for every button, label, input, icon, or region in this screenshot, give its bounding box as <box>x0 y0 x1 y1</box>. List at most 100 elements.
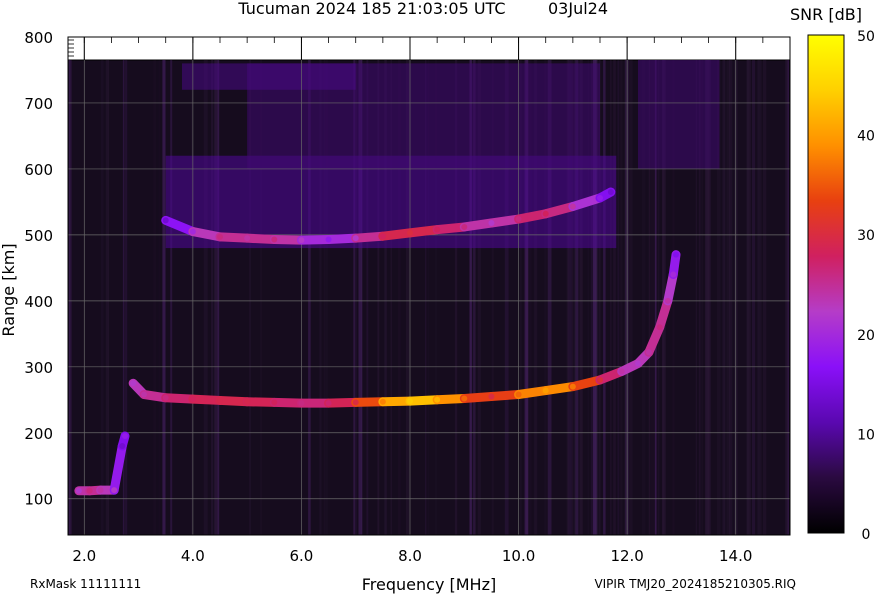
noise-streak <box>107 60 109 535</box>
footer-left: RxMask 11111111 <box>30 577 141 591</box>
colorbar-tick-label: 20 <box>857 328 874 344</box>
trace-point <box>461 395 468 402</box>
trace-point <box>542 387 549 394</box>
noise-streak <box>624 60 629 535</box>
trace-point <box>488 220 495 227</box>
trace-point <box>119 442 126 449</box>
y-tick-label: 600 <box>24 161 53 179</box>
trace-point <box>130 380 137 387</box>
trace-point <box>607 189 614 196</box>
trace-point <box>271 236 278 243</box>
noise-streak <box>126 60 128 535</box>
colorbar <box>807 34 845 534</box>
trace-point <box>189 396 196 403</box>
trace-point <box>434 396 441 403</box>
noise-streak <box>124 60 127 535</box>
trace-point <box>217 397 223 404</box>
y-axis-label: Range [km] <box>0 243 18 336</box>
trace-point <box>97 487 104 494</box>
trace-point <box>488 393 495 400</box>
noise-streak <box>214 60 217 535</box>
ionogram-chart: Tucuman 2024 185 21:03:05 UTC 03Jul24 2.… <box>0 0 874 594</box>
trace-point <box>122 433 128 440</box>
x-axis-label: Frequency [MHz] <box>362 575 496 594</box>
noise-streak <box>69 60 71 535</box>
trace-point <box>635 360 641 367</box>
x-tick-label: 6.0 <box>289 547 313 565</box>
noise-streak <box>729 60 733 535</box>
noise-streak <box>722 60 725 535</box>
colorbar-label: SNR [dB] <box>790 5 862 24</box>
noise-streak <box>762 60 767 535</box>
trace-point <box>217 233 223 240</box>
trace-point <box>645 349 652 356</box>
noise-streak <box>752 60 756 535</box>
y-tick-label: 500 <box>24 227 53 245</box>
colorbar-tick-label: 10 <box>857 427 874 443</box>
trace-point <box>461 223 468 230</box>
footer-right: VIPIR TMJ20_2024185210305.RIQ <box>594 577 796 591</box>
trace-point <box>515 391 522 398</box>
trace-point <box>618 368 625 375</box>
trace-point <box>379 398 386 405</box>
noise-streak <box>203 60 208 535</box>
trace-point <box>298 237 305 244</box>
x-tick-label: 2.0 <box>72 547 96 565</box>
noise-streak <box>747 60 751 535</box>
x-tick-label: 4.0 <box>181 547 205 565</box>
noise-streak <box>760 60 762 535</box>
noise-streak <box>620 60 623 535</box>
trace-point <box>664 297 671 304</box>
x-tick-label: 12.0 <box>610 547 643 565</box>
trace-point <box>75 487 82 494</box>
x-tick-label: 14.0 <box>719 547 752 565</box>
trace-point <box>244 235 251 242</box>
x-tick-label: 8.0 <box>398 547 422 565</box>
noise-streak <box>153 60 156 535</box>
trace-point <box>434 226 441 233</box>
trace-point <box>244 398 251 405</box>
noise-streak <box>170 60 173 535</box>
trace-point <box>325 236 332 243</box>
trace-point <box>656 324 663 331</box>
colorbar-tick-label: 40 <box>857 129 874 145</box>
trace-point <box>271 399 278 406</box>
trace-point <box>597 376 603 383</box>
trace-point <box>569 383 576 390</box>
diffuse-region <box>638 60 720 169</box>
trace-point <box>86 487 93 494</box>
y-axis: 100 200 300 400 500 600 700 800 <box>24 29 74 509</box>
trace-point <box>352 235 359 242</box>
noise-streak <box>158 60 160 535</box>
noise-streak <box>617 60 620 535</box>
chart-date: 03Jul24 <box>548 0 608 18</box>
trace-point <box>111 487 118 494</box>
y-tick-label: 400 <box>24 293 53 311</box>
noise-streak <box>217 60 220 535</box>
trace-point <box>189 228 196 235</box>
diffuse-region <box>182 63 356 90</box>
noise-streak <box>757 60 759 535</box>
y-tick-label: 100 <box>24 491 53 509</box>
trace-point <box>569 203 576 210</box>
colorbar-tick-label: 30 <box>857 228 874 244</box>
trace-point <box>379 233 386 240</box>
trace-point <box>515 216 522 223</box>
trace-point <box>141 391 147 398</box>
trace-point <box>162 394 169 401</box>
trace-point <box>162 217 169 224</box>
colorbar-tick-label: 50 <box>857 29 874 45</box>
noise-streak <box>629 60 633 535</box>
noise-streak <box>610 60 612 535</box>
trace-point <box>352 399 359 406</box>
y-tick-label: 800 <box>24 29 53 47</box>
trace-point <box>673 251 679 258</box>
trace-point <box>298 400 305 407</box>
noise-streak <box>191 60 193 535</box>
trace-point <box>670 271 677 278</box>
noise-streak <box>613 60 616 535</box>
x-tick-label: 10.0 <box>502 547 535 565</box>
trace-point <box>542 210 549 217</box>
colorbar-ticks: 0 10 20 30 40 50 <box>857 29 874 543</box>
y-tick-label: 300 <box>24 359 53 377</box>
